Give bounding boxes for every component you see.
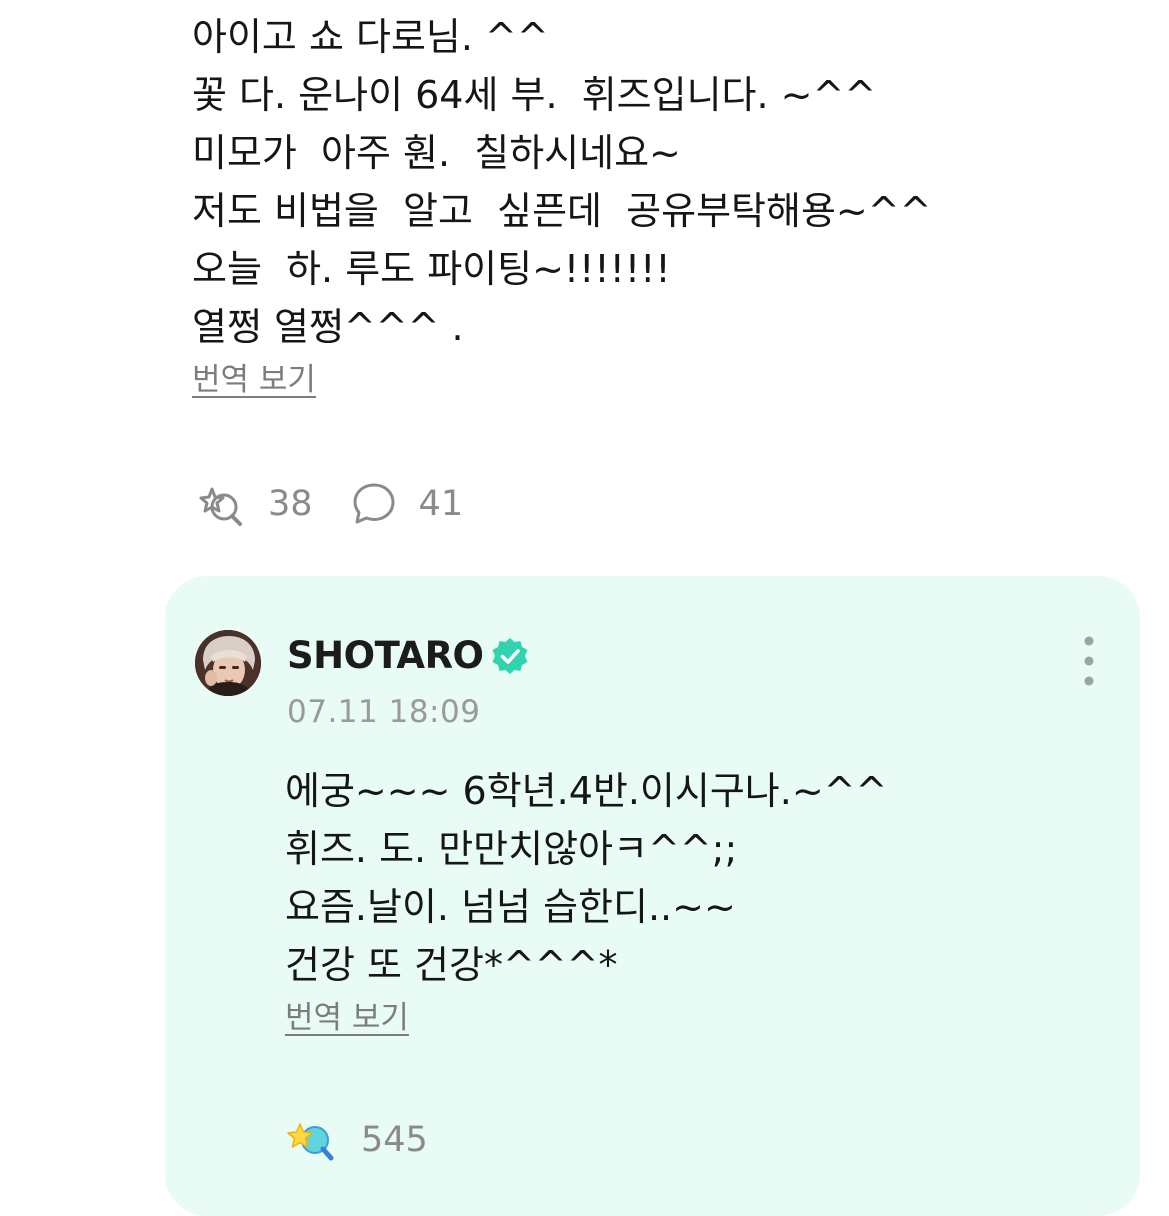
more-vertical-icon bbox=[1084, 636, 1094, 686]
sparkle-like-icon bbox=[199, 487, 242, 526]
post-like-count: 38 bbox=[268, 484, 313, 524]
post-translate-link[interactable]: 번역 보기 bbox=[192, 360, 316, 400]
author-row: SHOTARO bbox=[287, 634, 530, 677]
reply-actions: 545 bbox=[285, 1116, 428, 1164]
post-comment-count: 41 bbox=[418, 484, 464, 524]
more-options-button[interactable] bbox=[1074, 634, 1104, 688]
post-line: 미모가 아주 훤. 칠하시네요~ bbox=[192, 131, 681, 175]
reply-line: 에궁~~~ 6학년.4반.이시구나.~^^ bbox=[285, 769, 888, 813]
avatar-image bbox=[195, 630, 261, 696]
reply-header: SHOTARO 07.11 18:09 bbox=[195, 630, 1110, 750]
post-line: 열쩡 열쩡^^^ . bbox=[192, 305, 464, 349]
post-line: 아이고 쇼 다로님. ^^ bbox=[192, 15, 549, 59]
reply-timestamp: 07.11 18:09 bbox=[287, 694, 481, 730]
verified-badge-icon bbox=[492, 637, 528, 674]
speech-bubble-icon bbox=[353, 483, 395, 524]
author-name[interactable]: SHOTARO bbox=[287, 634, 484, 677]
reply-like-button[interactable]: 545 bbox=[285, 1116, 428, 1164]
post-like-button[interactable]: 38 bbox=[192, 480, 313, 528]
post-comment-button[interactable]: 41 bbox=[351, 481, 464, 527]
avatar[interactable] bbox=[195, 630, 261, 696]
reply-line: 휘즈. 도. 만만치않아ㅋ^^;; bbox=[285, 827, 738, 871]
sparkle-like-filled-icon bbox=[287, 1123, 334, 1161]
artist-reply-card: SHOTARO 07.11 18:09 에궁~~~ 6학년.4반.이시구나.~^… bbox=[165, 576, 1140, 1216]
post-actions: 38 41 bbox=[192, 480, 463, 528]
reply-line: 건강 또 건강*^^^* bbox=[285, 943, 618, 987]
post-line: 오늘 하. 루도 파이팅~!!!!!!! bbox=[192, 247, 671, 291]
reply-body: 에궁~~~ 6학년.4반.이시구나.~^^ 휘즈. 도. 만만치않아ㅋ^^;; … bbox=[285, 762, 887, 1038]
post-body: 아이고 쇼 다로님. ^^ 꽃 다. 운나이 64세 부. 휘즈입니다. ~^^… bbox=[192, 8, 1132, 356]
reply-translate-link[interactable]: 번역 보기 bbox=[285, 998, 409, 1038]
post-line: 저도 비법을 알고 싶픈데 공유부탁해용~^^ bbox=[192, 189, 932, 233]
reply-like-count: 545 bbox=[361, 1120, 428, 1160]
reply-line: 요즘.날이. 넘넘 습한디..~~ bbox=[285, 885, 736, 929]
post: 아이고 쇼 다로님. ^^ 꽃 다. 운나이 64세 부. 휘즈입니다. ~^^… bbox=[192, 8, 1132, 400]
post-line: 꽃 다. 운나이 64세 부. 휘즈입니다. ~^^ bbox=[192, 73, 877, 117]
